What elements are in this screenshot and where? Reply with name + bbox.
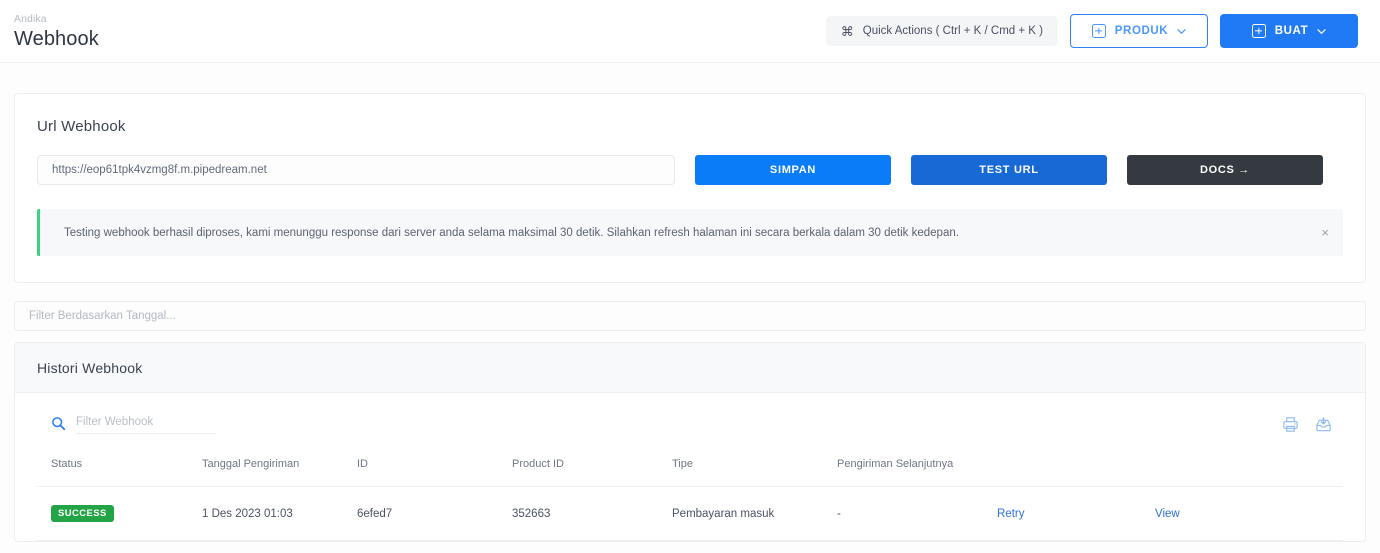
chevron-down-icon	[1177, 28, 1186, 34]
quick-actions-label: Quick Actions ( Ctrl + K / Cmd + K )	[862, 25, 1043, 37]
url-webhook-card: Url Webhook SIMPAN TEST URL DOCS → Testi…	[14, 93, 1366, 283]
webhook-history-table: Status Tanggal Pengiriman ID Product ID …	[37, 434, 1343, 541]
date-filter-input[interactable]	[14, 301, 1366, 331]
history-title: Histori Webhook	[37, 360, 143, 376]
buat-button-label: BUAT	[1274, 25, 1309, 37]
cell-view: View	[1155, 486, 1343, 541]
url-row: SIMPAN TEST URL DOCS →	[37, 155, 1343, 185]
quick-actions-button[interactable]: ⌘ Quick Actions ( Ctrl + K / Cmd + K )	[825, 16, 1058, 46]
webhook-search-input[interactable]	[76, 415, 216, 434]
table-body: SUCCESS 1 Des 2023 01:03 6efed7 352663 P…	[37, 486, 1343, 541]
search-icon	[52, 416, 66, 430]
cell-id: 6efed7	[357, 486, 512, 541]
close-icon[interactable]: ×	[1305, 226, 1329, 239]
command-icon: ⌘	[840, 23, 854, 39]
toolbar-icons	[1281, 415, 1333, 434]
column-header-id: ID	[357, 434, 512, 487]
column-header-product-id: Product ID	[512, 434, 672, 487]
view-link[interactable]: View	[1155, 508, 1180, 520]
cell-status: SUCCESS	[37, 486, 202, 541]
column-header-tanggal: Tanggal Pengiriman	[202, 434, 357, 487]
table-head: Status Tanggal Pengiriman ID Product ID …	[37, 434, 1343, 487]
search-wrap	[51, 415, 216, 434]
produk-button-label: PRODUK	[1114, 25, 1169, 37]
cell-tanggal: 1 Des 2023 01:03	[202, 486, 357, 541]
cell-tipe: Pembayaran masuk	[672, 486, 837, 541]
account-name: Andika	[14, 13, 47, 25]
page-title: Webhook	[14, 28, 99, 50]
print-icon[interactable]	[1281, 415, 1300, 434]
header-actions: ⌘ Quick Actions ( Ctrl + K / Cmd + K ) P…	[825, 14, 1358, 48]
cell-pengiriman-selanjutnya: -	[837, 486, 997, 541]
table-header-row: Status Tanggal Pengiriman ID Product ID …	[37, 434, 1343, 487]
retry-link[interactable]: Retry	[997, 508, 1024, 520]
cell-product-id: 352663	[512, 486, 672, 541]
alert-message: Testing webhook berhasil diproses, kami …	[64, 226, 959, 239]
produk-button[interactable]: PRODUK	[1070, 14, 1208, 48]
column-header-tipe: Tipe	[672, 434, 837, 487]
plus-square-icon	[1091, 24, 1106, 38]
column-header-retry	[997, 434, 1155, 487]
simpan-button[interactable]: SIMPAN	[695, 155, 891, 185]
app-header: Andika Webhook ⌘ Quick Actions ( Ctrl + …	[0, 0, 1380, 63]
info-alert: Testing webhook berhasil diproses, kami …	[37, 209, 1343, 256]
history-webhook-card: Histori Webhook Filter Webhook Status Ta…	[14, 342, 1366, 542]
plus-square-icon	[1251, 24, 1266, 38]
column-header-status: Status	[37, 434, 202, 487]
download-inbox-icon[interactable]	[1314, 415, 1333, 434]
table-row: SUCCESS 1 Des 2023 01:03 6efed7 352663 P…	[37, 486, 1343, 541]
page-body: Url Webhook SIMPAN TEST URL DOCS → Testi…	[0, 63, 1380, 553]
column-header-view	[1155, 434, 1343, 487]
chevron-down-icon	[1317, 28, 1326, 34]
url-section-title: Url Webhook	[37, 118, 126, 135]
history-body: Status Tanggal Pengiriman ID Product ID …	[15, 393, 1365, 541]
history-header: Histori Webhook	[15, 343, 1365, 393]
buat-button[interactable]: BUAT	[1220, 14, 1358, 48]
docs-button[interactable]: DOCS →	[1127, 155, 1323, 185]
history-toolbar	[37, 415, 1343, 434]
page-title-block: Andika Webhook	[14, 11, 99, 51]
cell-retry: Retry	[997, 486, 1155, 541]
test-url-button[interactable]: TEST URL	[911, 155, 1107, 185]
status-badge: SUCCESS	[51, 505, 114, 522]
webhook-url-input[interactable]	[37, 155, 675, 185]
column-header-pengiriman-selanjutnya: Pengiriman Selanjutnya	[837, 434, 997, 487]
